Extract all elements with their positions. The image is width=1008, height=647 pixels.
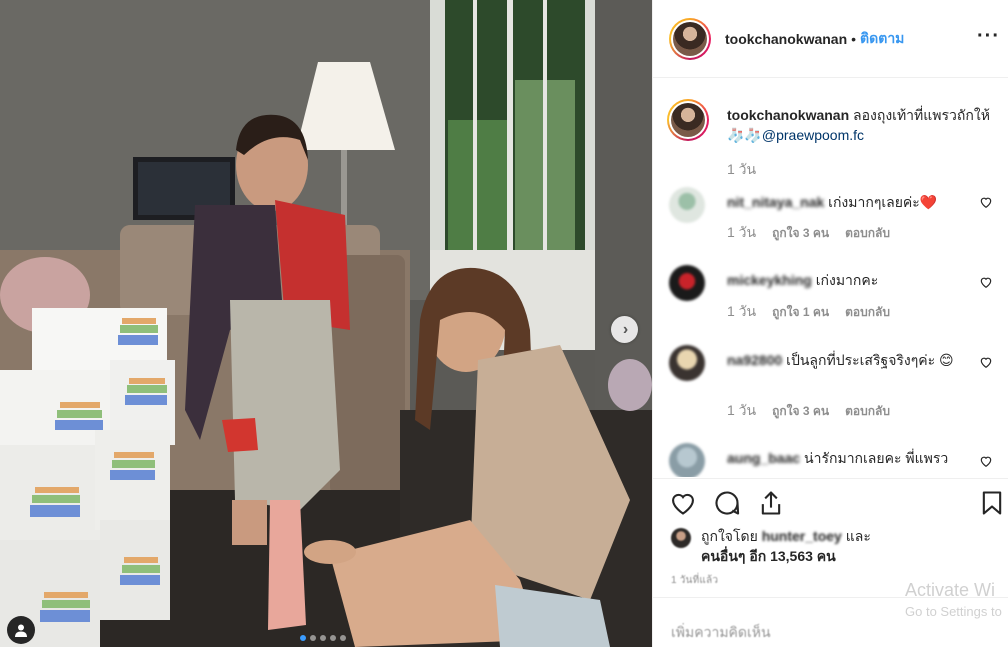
commenter-avatar[interactable] xyxy=(669,443,705,477)
comment-username[interactable]: mickeykhing xyxy=(727,272,812,288)
likes-count[interactable]: คนอื่นๆ อีก 13,563 คน xyxy=(701,546,836,566)
likes-and: และ xyxy=(845,528,871,544)
comment-meta: 1 วัน ถูกใจ 3 คน ตอบกลับ xyxy=(727,222,890,244)
post-photo[interactable]: › xyxy=(0,0,652,647)
carousel-dot xyxy=(330,635,336,641)
comment-time[interactable]: 1 วัน xyxy=(727,222,756,244)
reply-button[interactable]: ตอบกลับ xyxy=(845,303,890,322)
comment-like-icon[interactable] xyxy=(979,355,993,369)
comments-list[interactable]: tookchanokwanan ลองถุงเท้าที่แพรวถักให้ … xyxy=(653,79,1008,477)
comment-like-icon[interactable] xyxy=(979,275,993,289)
commenter-avatar[interactable] xyxy=(669,345,705,381)
carousel-next-button[interactable]: › xyxy=(611,316,638,343)
comment-text: เก่งมากคะ xyxy=(815,272,879,288)
follow-button[interactable]: ติดตาม xyxy=(860,28,904,50)
more-horizontal-icon[interactable]: ··· xyxy=(977,26,1000,46)
comment-like-icon[interactable] xyxy=(979,454,993,468)
carousel-dot-active xyxy=(300,635,306,641)
comment-username[interactable]: aung_baac xyxy=(727,450,800,466)
comment-text: เก่งมากๆเลยค่ะ❤️ xyxy=(828,194,938,210)
bookmark-icon[interactable] xyxy=(978,489,1006,517)
caption-text: tookchanokwanan ลองถุงเท้าที่แพรวถักให้ … xyxy=(727,105,997,145)
comment-time[interactable]: 1 วัน xyxy=(727,301,756,323)
carousel-dot xyxy=(340,635,346,641)
post-actions xyxy=(653,478,1008,528)
comment-meta: 1 วัน ถูกใจ 1 คน ตอบกลับ xyxy=(727,301,890,323)
add-comment-bar: เพิ่มความคิดเห็น xyxy=(653,597,1008,647)
likes-prefix: ถูกใจโดย xyxy=(701,528,758,544)
post-header: tookchanokwanan • ติดตาม ··· xyxy=(653,0,1008,78)
post-age[interactable]: 1 วันที่แล้ว xyxy=(671,573,718,588)
comment-username[interactable]: na92800 xyxy=(727,352,782,368)
caption-avatar[interactable] xyxy=(667,99,709,141)
tagged-users-button[interactable] xyxy=(7,616,35,644)
comment-likes[interactable]: ถูกใจ 3 คน xyxy=(772,224,829,243)
reply-button[interactable]: ตอบกลับ xyxy=(845,224,890,243)
commenter-avatar[interactable] xyxy=(669,187,705,223)
commenter-avatar[interactable] xyxy=(669,265,705,301)
header-separator: • xyxy=(851,30,857,47)
user-icon xyxy=(15,624,27,637)
photo-scene xyxy=(0,0,652,647)
comment-text: เป็นลูกที่ประเสริฐจริงๆค่ะ 😊 xyxy=(786,352,954,368)
comment-like-icon[interactable] xyxy=(979,195,993,209)
carousel-dot xyxy=(310,635,316,641)
author-username[interactable]: tookchanokwanan xyxy=(725,31,847,47)
add-comment-input[interactable]: เพิ่มความคิดเห็น xyxy=(671,622,771,644)
share-icon[interactable] xyxy=(757,489,785,517)
chevron-right-icon: › xyxy=(622,320,629,338)
caption-username[interactable]: tookchanokwanan xyxy=(727,107,849,123)
comment-username[interactable]: nit_nitaya_nak xyxy=(727,194,824,210)
reply-button[interactable]: ตอบกลับ xyxy=(845,402,890,421)
caption-mention[interactable]: @praewpoom.fc xyxy=(762,127,864,143)
caption-time[interactable]: 1 วัน xyxy=(727,159,756,181)
author-avatar[interactable] xyxy=(669,17,711,60)
comment-likes[interactable]: ถูกใจ 3 คน xyxy=(772,402,829,421)
liker-avatar[interactable] xyxy=(671,528,691,548)
carousel-dot xyxy=(320,635,326,641)
like-heart-icon[interactable] xyxy=(669,489,697,517)
liker-username[interactable]: hunter_toey xyxy=(762,528,842,544)
comment-text: น่ารักมากเลยคะ พี่แพรว xyxy=(804,450,949,466)
post-sidebar: tookchanokwanan • ติดตาม ··· tookchanokw… xyxy=(652,0,1008,647)
comment-bubble-icon[interactable] xyxy=(713,489,741,517)
comment-time[interactable]: 1 วัน xyxy=(727,400,756,422)
carousel-indicator xyxy=(300,635,346,641)
comment-likes[interactable]: ถูกใจ 1 คน xyxy=(772,303,829,322)
comment-meta: 1 วัน ถูกใจ 3 คน ตอบกลับ xyxy=(727,400,890,422)
